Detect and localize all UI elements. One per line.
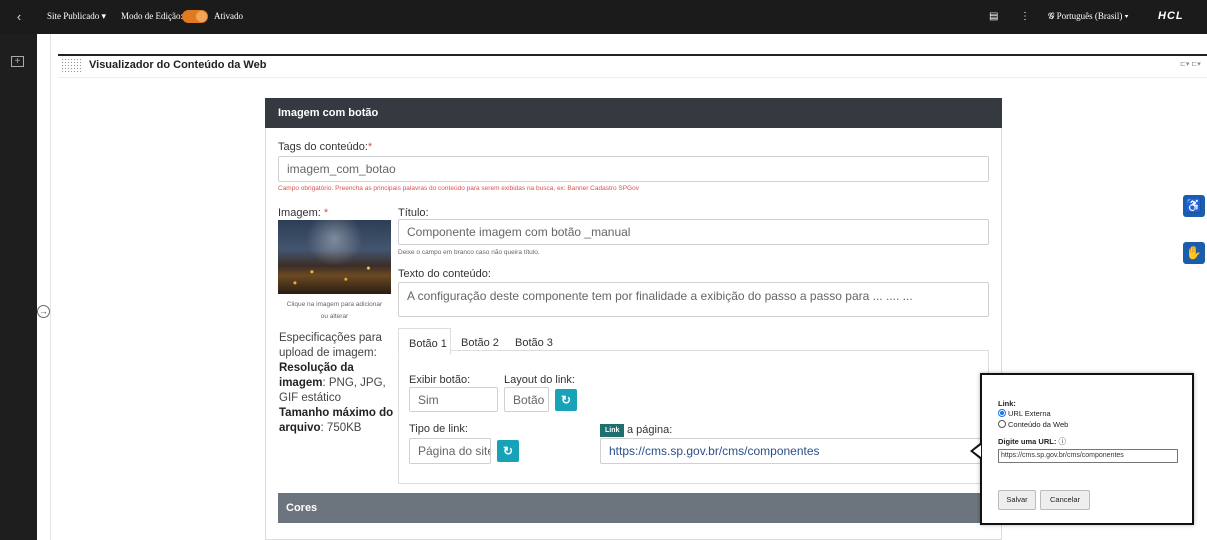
show-button-select[interactable]: Sim <box>409 387 498 412</box>
radio-selected-icon <box>998 409 1006 417</box>
refresh-layout-icon[interactable]: ↻ <box>555 389 577 411</box>
radio-empty-icon <box>998 420 1006 428</box>
title-input[interactable]: Componente imagem com botão _manual <box>398 219 989 245</box>
refresh-link-type-icon[interactable]: ↻ <box>497 440 519 462</box>
popup-pointer-inner <box>973 445 981 457</box>
cores-section-header[interactable]: Cores <box>278 493 988 523</box>
image-caption: Clique na imagem para adicionar ou alter… <box>286 301 383 320</box>
drag-handle-icon[interactable] <box>61 58 83 72</box>
link-type-select[interactable]: Página do site <box>409 438 491 464</box>
language-selector[interactable]: 𝓖 Português (Brasil) ▾ <box>1048 11 1128 22</box>
title-help: Deixe o campo em branco caso não queira … <box>398 249 540 256</box>
translate-icon: 𝓖 <box>1048 11 1055 21</box>
tags-help: Campo obrigatório. Preencha as principai… <box>278 185 639 192</box>
cancel-button[interactable]: Cancelar <box>1040 490 1090 510</box>
image-label: Imagem: * <box>278 207 329 219</box>
save-button[interactable]: Salvar <box>998 490 1036 510</box>
upload-specs: Especificações para upload de imagem: Re… <box>279 332 394 434</box>
url-label: Digite uma URL: ⓘ <box>998 437 1066 446</box>
layout-label: Layout do link: <box>504 374 575 386</box>
popup-title: Link: <box>998 399 1016 408</box>
link-type-label: Tipo de link: <box>409 423 468 435</box>
tags-input[interactable]: imagem_com_botao <box>278 156 989 182</box>
form-card-header: Imagem com botão <box>265 98 1002 128</box>
page-url-input[interactable]: https://cms.sp.gov.br/cms/componentes <box>600 438 982 464</box>
portlet-top-border <box>58 54 1207 56</box>
sign-language-icon[interactable]: ✋ <box>1183 242 1205 264</box>
site-status-dropdown[interactable]: Site Publicado ▾ <box>47 11 106 22</box>
rail-divider <box>50 34 51 540</box>
edit-mode-toggle[interactable] <box>182 10 208 23</box>
portlet-menu-icon[interactable]: ⊏▾ ⊏▾ <box>1180 60 1201 68</box>
tags-label: Tags do conteúdo:* <box>278 141 373 153</box>
portlet-divider <box>58 77 1207 78</box>
edit-mode-label: Modo de Edição: <box>121 11 183 21</box>
link-popup: Link: URL Externa Conteúdo da Web Digite… <box>980 373 1194 525</box>
edit-mode-state: Ativado <box>214 11 243 21</box>
show-button-label: Exibir botão: <box>409 374 471 386</box>
layout-select[interactable]: Botão <box>504 387 549 412</box>
page-label: a página: <box>627 424 673 436</box>
left-rail: + <box>0 34 37 540</box>
link-badge[interactable]: Link <box>600 424 625 437</box>
add-panel-icon[interactable]: + <box>11 56 24 67</box>
back-icon[interactable]: ‹ <box>10 8 28 26</box>
expand-rail-icon[interactable]: → <box>37 305 50 318</box>
radio-web-content[interactable]: Conteúdo da Web <box>998 420 1068 429</box>
radio-external-url[interactable]: URL Externa <box>998 409 1051 418</box>
popup-url-input[interactable]: https://cms.sp.gov.br/cms/componentes <box>998 449 1178 463</box>
content-image-thumbnail[interactable] <box>278 220 391 294</box>
accessibility-icon[interactable]: ♿ <box>1183 195 1205 217</box>
portlet-title: Visualizador do Conteúdo da Web <box>89 59 267 71</box>
more-options-icon[interactable]: ⋮ <box>1020 11 1030 22</box>
help-icon[interactable]: ⓘ <box>1058 437 1066 446</box>
title-label: Título: <box>398 207 429 219</box>
top-toolbar: ‹ Site Publicado ▾ Modo de Edição: Ativa… <box>0 0 1207 34</box>
text-label: Texto do conteúdo: <box>398 268 491 280</box>
tab-botao-1[interactable]: Botão 1 <box>398 328 451 355</box>
text-input[interactable]: A configuração deste componente tem por … <box>398 282 989 317</box>
hcl-logo: HCL <box>1158 10 1184 22</box>
page-icon[interactable]: ▤ <box>989 11 998 22</box>
